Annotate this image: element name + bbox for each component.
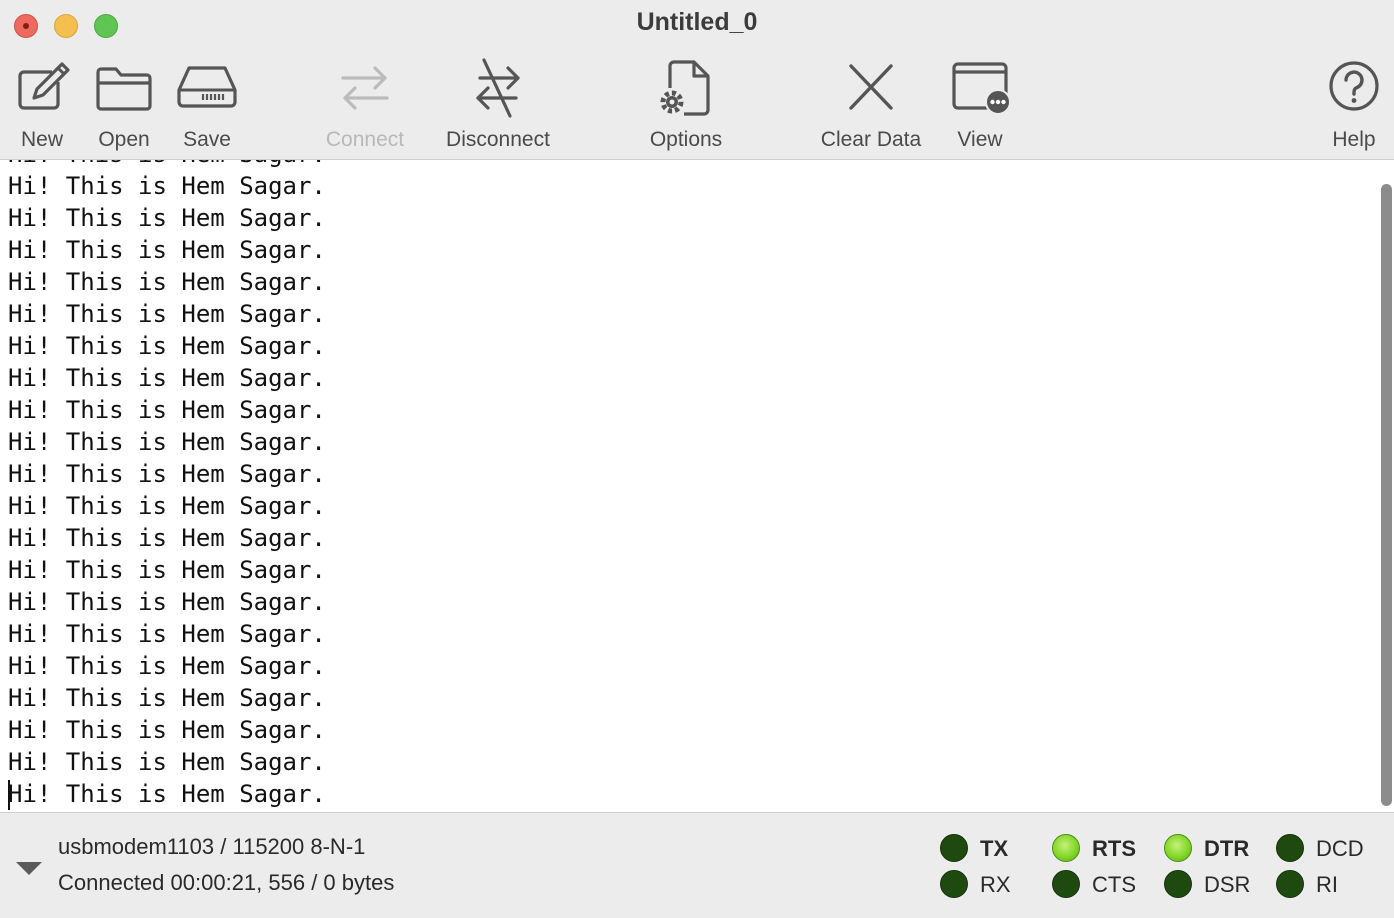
view-button[interactable]: View (948, 56, 1012, 156)
terminal-line: Hi! This is Hem Sagar. (8, 652, 326, 680)
status-bar: usbmodem1103 / 115200 8-N-1 Connected 00… (0, 812, 1394, 918)
folder-icon (96, 67, 152, 111)
dcd-led (1276, 834, 1304, 862)
clear-data-label: Clear Data (820, 128, 922, 151)
connection-status-text: Connected 00:00:21, 556 / 0 bytes (58, 870, 395, 895)
disclosure-triangle-icon[interactable] (16, 862, 42, 875)
text-cursor (8, 780, 10, 810)
terminal-line: Hi! This is Hem Sagar. (8, 492, 326, 520)
terminal-line: Hi! This is Hem Sagar. (8, 620, 326, 648)
arrows-swap-icon (341, 66, 389, 110)
terminal-line: Hi! This is Hem Sagar. (8, 236, 326, 264)
save-button[interactable]: Save (175, 56, 239, 156)
dtr-label: DTR (1204, 836, 1250, 861)
tx-led (940, 834, 968, 862)
terminal-line: Hi! This is Hem Sagar. (8, 556, 326, 584)
terminal-line: Hi! This is Hem Sagar. (8, 780, 326, 808)
new-label: New (20, 128, 63, 151)
document-gear-icon (660, 60, 710, 116)
terminal-line: Hi! This is Hem Sagar. (8, 460, 326, 488)
rx-label: RX (980, 872, 1011, 897)
connect-button[interactable]: Connect (318, 56, 412, 156)
help-label: Help (1332, 128, 1376, 151)
terminal-line: Hi! This is Hem Sagar. (8, 160, 326, 170)
open-label: Open (98, 128, 150, 151)
terminal-line: Hi! This is Hem Sagar. (8, 172, 326, 200)
dcd-label: DCD (1316, 836, 1364, 861)
drive-icon (177, 66, 237, 108)
terminal-output[interactable]: Hi! This is Hem Sagar. Hi! This is Hem Sa… (0, 159, 1394, 813)
disconnect-button[interactable]: Disconnect (436, 56, 560, 156)
terminal-line: Hi! This is Hem Sagar. (8, 364, 326, 392)
terminal-line: Hi! This is Hem Sagar. (8, 748, 326, 776)
rts-label: RTS (1092, 836, 1136, 861)
terminal-line: Hi! This is Hem Sagar. (8, 588, 326, 616)
question-circle-icon (1329, 61, 1379, 111)
terminal-line: Hi! This is Hem Sagar. (8, 684, 326, 712)
save-label: Save (183, 128, 231, 151)
terminal-line: Hi! This is Hem Sagar. (8, 716, 326, 744)
options-label: Options (649, 128, 723, 151)
dsr-label: DSR (1204, 872, 1251, 897)
terminal-line: Hi! This is Hem Sagar. (8, 524, 326, 552)
terminal-line: Hi! This is Hem Sagar. (8, 428, 326, 456)
connect-label: Connect (325, 128, 405, 151)
view-label: View (957, 128, 1003, 151)
ri-led (1276, 870, 1304, 898)
disconnect-label: Disconnect (446, 128, 550, 151)
x-icon (849, 64, 893, 110)
serial-terminal-window: Untitled_0 New Open Save Connect Disconn… (0, 0, 1394, 918)
window-more-icon (952, 62, 1011, 115)
arrows-swap-slash-icon (476, 58, 520, 118)
cts-led (1052, 870, 1080, 898)
window-title: Untitled_0 (636, 8, 758, 36)
dtr-led[interactable] (1164, 834, 1192, 862)
terminal-line: Hi! This is Hem Sagar. (8, 268, 326, 296)
new-button[interactable]: New (10, 56, 74, 156)
terminal-line: Hi! This is Hem Sagar. (8, 300, 326, 328)
port-settings-text: usbmodem1103 / 115200 8-N-1 (58, 834, 366, 859)
open-button[interactable]: Open (92, 56, 156, 156)
cts-label: CTS (1092, 872, 1136, 897)
terminal-line: Hi! This is Hem Sagar. (8, 396, 326, 424)
rts-led[interactable] (1052, 834, 1080, 862)
terminal-line: Hi! This is Hem Sagar. (8, 332, 326, 360)
terminal-line: Hi! This is Hem Sagar. (8, 204, 326, 232)
clear-data-button[interactable]: Clear Data (812, 56, 930, 156)
vertical-scrollbar[interactable] (1381, 184, 1392, 806)
tx-label: TX (980, 836, 1009, 861)
terminal-lines: Hi! This is Hem Sagar. Hi! This is Hem Sa… (8, 160, 326, 810)
rx-led (940, 870, 968, 898)
title-bar: Untitled_0 (0, 0, 1394, 50)
options-button[interactable]: Options (640, 56, 732, 156)
dsr-led (1164, 870, 1192, 898)
compose-icon (18, 62, 70, 110)
ri-label: RI (1316, 872, 1338, 897)
help-button[interactable]: Help (1322, 56, 1386, 156)
